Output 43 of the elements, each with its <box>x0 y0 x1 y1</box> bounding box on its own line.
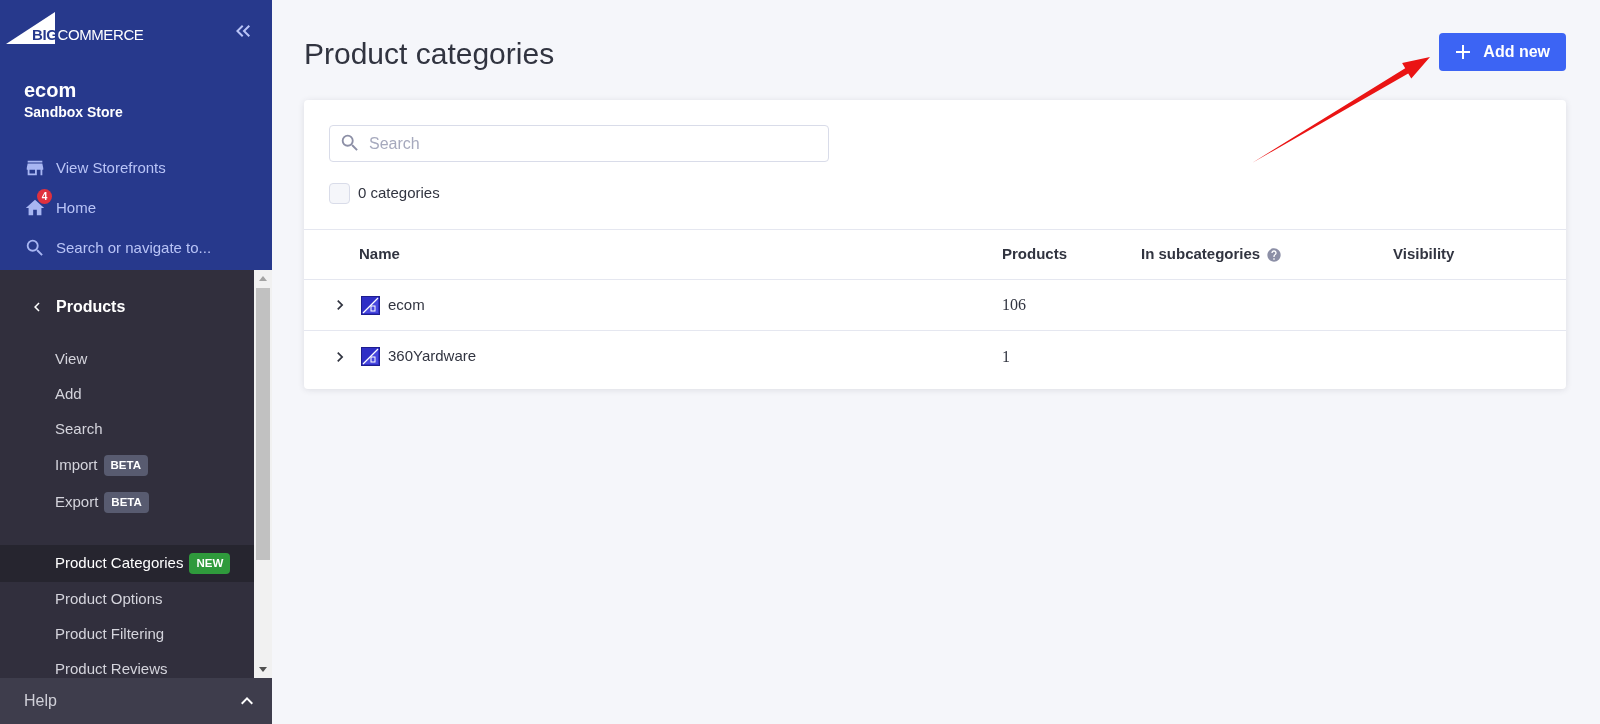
notification-badge: 4 <box>37 189 52 204</box>
store-name: ecom <box>24 78 77 102</box>
store-type: Sandbox Store <box>24 103 123 122</box>
category-icon <box>361 347 380 366</box>
sidebar-nav-item[interactable]: Import BETA <box>0 447 254 484</box>
scroll-down-arrow-icon[interactable] <box>259 667 267 672</box>
product-count: 1 <box>1002 346 1010 367</box>
page-title: Product categories <box>304 36 555 72</box>
category-icon <box>361 295 380 315</box>
add-new-button[interactable]: Add new <box>1439 33 1566 71</box>
products-back-link[interactable]: Products <box>0 287 132 327</box>
column-header: In subcategories <box>1141 244 1261 265</box>
column-header: Visibility <box>1393 244 1455 265</box>
column-header: Products <box>1002 244 1067 265</box>
sidebar-nav-item[interactable]: View <box>0 342 254 377</box>
logo-mark-icon <box>6 12 55 44</box>
sidebar-nav-item[interactable]: Export BETA <box>0 484 254 521</box>
category-name[interactable]: ecom <box>388 293 425 317</box>
sidebar-nav-item[interactable]: Product Options <box>0 582 254 617</box>
sidebar-link[interactable]: Search or navigate to... <box>0 228 218 268</box>
beta-badge: BETA <box>103 455 148 476</box>
column-header: Name <box>359 244 400 265</box>
sidebar-link[interactable]: 4 Home <box>0 188 102 228</box>
new-badge: NEW <box>189 553 231 574</box>
scrollbar[interactable] <box>254 270 272 678</box>
sidebar-nav-item[interactable]: Search <box>0 412 254 447</box>
help-menu-button[interactable]: Help <box>0 678 272 724</box>
sidebar-nav-item[interactable]: Product Reviews <box>0 652 254 678</box>
scroll-up-arrow-icon[interactable] <box>259 276 267 281</box>
sidebar-nav-item[interactable]: Product Categories NEW <box>0 545 254 582</box>
category-name[interactable]: 360Yardware <box>388 345 477 368</box>
scrollbar-thumb[interactable] <box>256 288 270 560</box>
search-field[interactable]: Search <box>329 125 829 162</box>
select-all-checkbox[interactable] <box>329 183 350 204</box>
help-icon[interactable] <box>1266 246 1283 263</box>
sidebar-nav-item[interactable]: Product Filtering <box>0 617 254 652</box>
sidebar-link[interactable]: View Storefronts <box>0 148 172 188</box>
sidebar-nav-item[interactable]: Add <box>0 377 254 412</box>
search-icon <box>339 132 361 154</box>
search-icon <box>24 237 46 259</box>
selection-count: 0 categories <box>358 183 440 204</box>
beta-badge: BETA <box>104 492 149 513</box>
product-count: 106 <box>1002 295 1026 315</box>
